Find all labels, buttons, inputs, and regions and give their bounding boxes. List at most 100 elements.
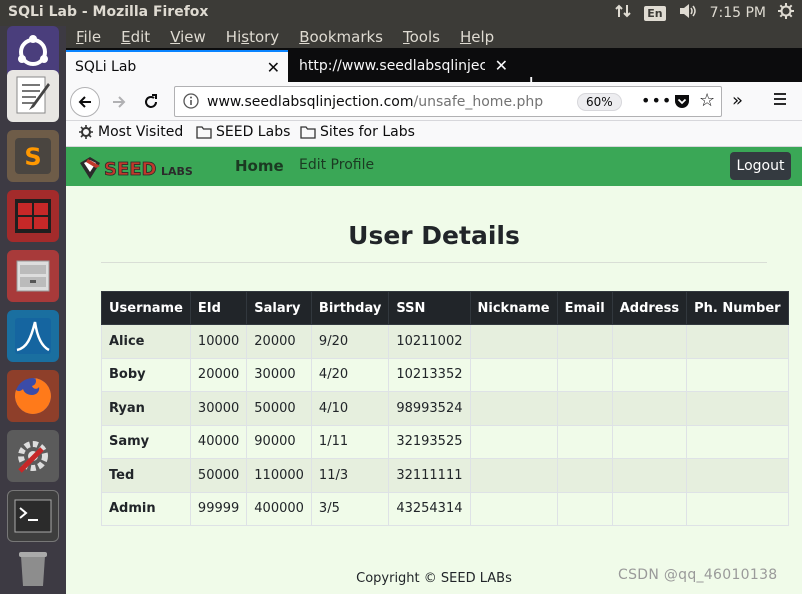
tab-sqli-lab[interactable]: SQLi Lab ✕ (66, 50, 288, 82)
close-tab-icon[interactable]: ✕ (495, 56, 508, 75)
sublime-text-icon[interactable]: S (7, 130, 59, 182)
svg-text:S: S (24, 143, 41, 171)
network-arrows-icon[interactable] (614, 3, 632, 23)
url-text[interactable]: www.seedlabsqlinjection.com/unsafe_home.… (207, 94, 567, 110)
col-birthday: Birthday (310, 291, 390, 325)
firefox-icon[interactable] (7, 370, 59, 422)
terminal-icon[interactable] (7, 490, 59, 542)
trash-icon[interactable] (7, 542, 59, 594)
arrow-right-icon (113, 96, 126, 108)
volume-icon[interactable] (678, 3, 698, 23)
cell-email (556, 458, 613, 493)
reload-button[interactable] (136, 87, 166, 117)
cell-ssn: 10213352 (388, 357, 471, 392)
clock[interactable]: 7:15 PM (710, 5, 766, 21)
power-gear-icon[interactable] (778, 3, 794, 23)
cell-salary: 50000 (246, 391, 312, 426)
logout-button[interactable]: Logout (730, 152, 791, 180)
tab-title: SQLi Lab (75, 59, 137, 75)
cell-salary: 20000 (246, 324, 312, 359)
cell-email (556, 357, 613, 392)
table-row: Samy 40000 90000 1/11 32193525 (101, 424, 789, 459)
cell-username: Ryan (101, 391, 191, 426)
cell-birthday: 1/11 (310, 424, 390, 459)
table-row: Ted 50000 110000 11/3 32111111 (101, 458, 789, 493)
cell-email (556, 391, 613, 426)
cell-eid: 50000 (189, 458, 248, 493)
keyboard-layout-indicator[interactable]: En (644, 5, 666, 21)
cell-nickname (469, 424, 558, 459)
table-body: Alice 10000 20000 9/20 10211002 Boby 20000 3000… (101, 324, 789, 526)
cell-ssn: 98993524 (388, 391, 471, 426)
cell-nickname (469, 391, 558, 426)
hamburger-menu-icon[interactable] (772, 91, 788, 110)
system-top-bar: SQLi Lab - Mozilla Firefox En 7:15 PM (0, 0, 802, 26)
menu-view[interactable]: View (160, 26, 216, 48)
cell-username: Samy (101, 424, 191, 459)
tab-title: http://www.seedlabsqlinjec (299, 58, 485, 74)
menu-bookmarks[interactable]: Bookmarks (289, 26, 393, 48)
system-settings-icon[interactable] (7, 430, 59, 482)
cell-username: Alice (101, 324, 191, 359)
zoom-level-badge[interactable]: 60% (577, 93, 622, 111)
page-actions-icon[interactable]: ••• (641, 91, 672, 110)
menu-history[interactable]: History (216, 26, 289, 48)
toolbar-overflow-icon[interactable]: » (732, 90, 743, 111)
cell-eid: 30000 (189, 391, 248, 426)
text-editor-icon[interactable] (7, 70, 59, 122)
cell-username: Ted (101, 458, 191, 493)
terminal-red-icon[interactable] (7, 190, 59, 242)
gear-icon (79, 125, 93, 139)
menu-file[interactable]: File (66, 26, 111, 48)
back-button[interactable] (70, 87, 100, 117)
close-tab-icon[interactable]: ✕ (267, 58, 280, 77)
forward-button[interactable] (104, 87, 134, 117)
site-info-icon[interactable] (183, 93, 199, 113)
cell-email (556, 424, 613, 459)
cell-ssn: 43254314 (388, 491, 471, 526)
firefox-window: File Edit View History Bookmarks Tools H… (66, 26, 802, 594)
wireshark-icon[interactable] (7, 310, 59, 362)
cell-nickname (469, 324, 558, 359)
pocket-icon[interactable] (673, 93, 691, 113)
menu-bar: File Edit View History Bookmarks Tools H… (66, 26, 802, 48)
cell-ssn: 32193525 (388, 424, 471, 459)
bookmark-most-visited[interactable]: Most Visited (78, 124, 183, 140)
cell-ssn: 10211002 (388, 324, 471, 359)
system-tray: En 7:15 PM (614, 3, 794, 23)
cell-phone-number (686, 357, 789, 392)
cell-birthday: 9/20 (310, 324, 390, 359)
menu-tools[interactable]: Tools (393, 26, 450, 48)
cell-birthday: 11/3 (310, 458, 390, 493)
cell-address (611, 491, 688, 526)
navigation-toolbar: www.seedlabsqlinjection.com/unsafe_home.… (66, 82, 802, 121)
cell-address (611, 458, 688, 493)
menu-help[interactable]: Help (450, 26, 504, 48)
bookmark-sites-for-labs[interactable]: Sites for Labs (300, 124, 415, 140)
col-eid: EId (189, 291, 248, 325)
nav-home-link[interactable]: Home (235, 157, 284, 175)
cell-phone-number (686, 458, 789, 493)
cell-phone-number (686, 491, 789, 526)
tab-bar: SQLi Lab ✕ http://www.seedlabsqlinjec ✕ … (66, 48, 802, 96)
bookmark-seed-labs[interactable]: SEED Labs (196, 124, 290, 140)
cell-ssn: 32111111 (388, 458, 471, 493)
cell-username: Admin (101, 491, 191, 526)
cell-nickname (469, 491, 558, 526)
address-bar[interactable]: www.seedlabsqlinjection.com/unsafe_home.… (174, 86, 722, 117)
menu-edit[interactable]: Edit (111, 26, 160, 48)
cell-address (611, 424, 688, 459)
cell-eid: 40000 (189, 424, 248, 459)
user-details-table-wrapper: Username EId Salary Birthday SSN Nicknam… (101, 291, 789, 526)
bookmark-star-icon[interactable]: ☆ (699, 90, 715, 111)
cell-eid: 99999 (189, 491, 248, 526)
file-manager-icon[interactable] (7, 250, 59, 302)
col-salary: Salary (246, 291, 312, 325)
tab-seedlab-url[interactable]: http://www.seedlabsqlinjec ✕ (290, 50, 512, 82)
seed-labs-logo[interactable]: SEED LABS (78, 153, 218, 185)
folder-icon (196, 126, 212, 139)
table-header-row: Username EId Salary Birthday SSN Nicknam… (101, 291, 789, 325)
bookmark-label: Most Visited (98, 124, 184, 140)
window-title: SQLi Lab - Mozilla Firefox (8, 4, 209, 20)
nav-edit-profile-link[interactable]: Edit Profile (299, 157, 374, 173)
